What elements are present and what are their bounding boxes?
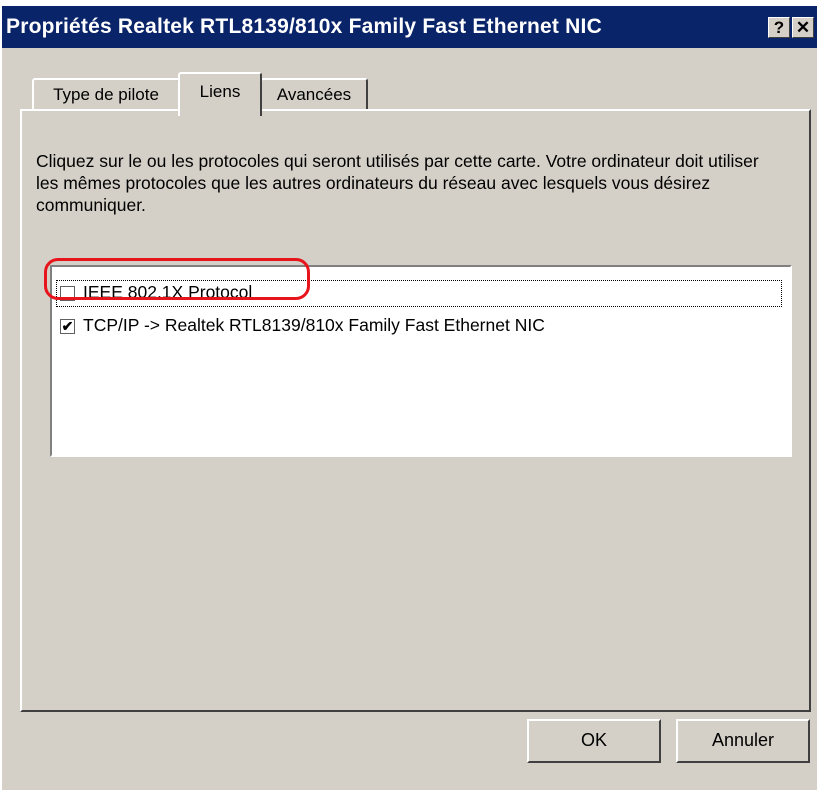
help-button[interactable]: ? — [768, 17, 790, 38]
protocol-item-tcpip[interactable]: ✔ TCP/IP -> Realtek RTL8139/810x Family … — [56, 313, 782, 340]
cancel-button[interactable]: Annuler — [676, 719, 810, 763]
tab-type-de-pilote[interactable]: Type de pilote — [32, 78, 180, 112]
tab-avancees[interactable]: Avancées — [260, 78, 368, 112]
title-bar[interactable]: Propriétés Realtek RTL8139/810x Family F… — [2, 6, 817, 48]
tab-liens[interactable]: Liens — [178, 72, 262, 116]
close-button[interactable]: ✕ — [792, 17, 814, 38]
instructions-text: Cliquez sur le ou les protocoles qui ser… — [36, 151, 759, 215]
window-title: Propriétés Realtek RTL8139/810x Family F… — [6, 15, 602, 38]
annotation-highlight — [44, 258, 310, 300]
ok-button[interactable]: OK — [527, 719, 661, 763]
protocol-label: TCP/IP -> Realtek RTL8139/810x Family Fa… — [83, 315, 545, 335]
checkbox-tcpip[interactable]: ✔ — [60, 319, 75, 334]
